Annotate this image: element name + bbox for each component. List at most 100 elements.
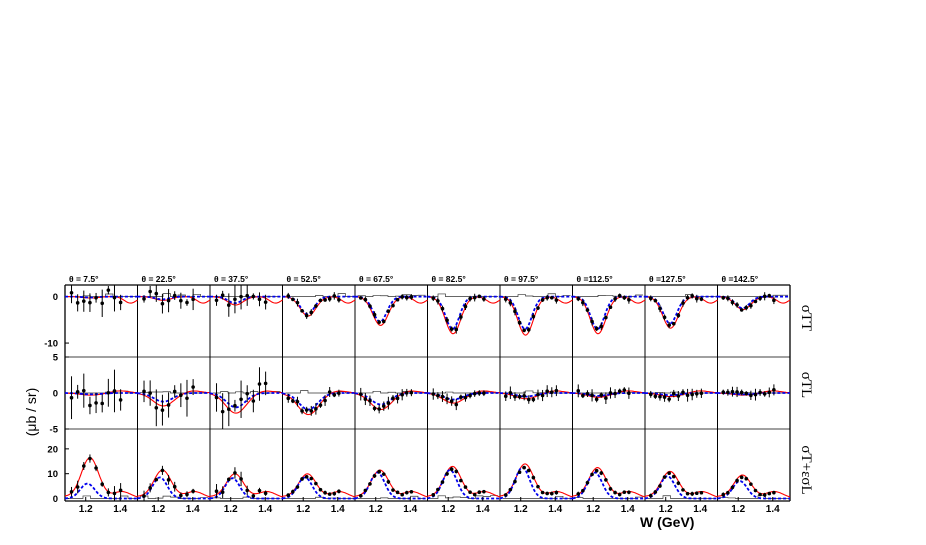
data-point	[381, 472, 386, 476]
data-point	[613, 297, 617, 301]
data-point	[681, 301, 685, 305]
data-point	[300, 309, 304, 313]
data-point	[257, 382, 262, 386]
data-point	[314, 481, 318, 486]
data-point	[257, 297, 262, 302]
data-point	[468, 490, 472, 495]
data-point	[482, 391, 486, 395]
data-point	[358, 392, 363, 396]
x-tick-label: 1.4	[548, 504, 562, 515]
data-point	[304, 408, 309, 412]
data-point	[160, 301, 165, 306]
model-curve-delta	[644, 475, 718, 500]
data-point	[554, 298, 559, 302]
data-point	[257, 488, 262, 493]
data-point	[291, 399, 295, 403]
angle-label: θ =112.5°	[577, 274, 614, 284]
data-point	[699, 490, 704, 495]
data-point	[318, 403, 323, 407]
data-point	[549, 295, 554, 300]
data-point	[118, 398, 123, 402]
x-tick-label: 1.2	[731, 504, 745, 515]
data-point	[318, 298, 323, 303]
data-point	[590, 319, 594, 324]
angle-label: θ = 7.5°	[69, 274, 99, 284]
data-point	[220, 490, 225, 495]
data-point	[545, 295, 549, 300]
data-point	[239, 477, 243, 481]
data-point	[172, 484, 177, 489]
data-point	[377, 407, 381, 411]
data-point	[536, 392, 540, 397]
data-point	[531, 397, 536, 402]
data-point	[69, 489, 74, 494]
data-point	[463, 304, 468, 309]
data-point	[358, 296, 363, 300]
data-point	[154, 405, 159, 410]
data-point	[386, 401, 391, 405]
data-point	[613, 490, 617, 495]
data-point	[648, 493, 653, 498]
data-point	[332, 393, 337, 397]
data-point	[372, 406, 377, 411]
angle-label: θ =142.5°	[722, 274, 759, 284]
data-point	[409, 295, 414, 299]
data-point	[233, 471, 237, 475]
data-point	[118, 300, 123, 305]
data-point	[576, 296, 581, 301]
data-point	[118, 488, 123, 493]
data-point	[549, 491, 554, 496]
data-point	[69, 290, 74, 295]
data-point	[386, 479, 391, 484]
data-point	[404, 490, 409, 495]
data-point	[431, 493, 436, 497]
data-point	[436, 299, 440, 303]
data-point	[767, 390, 772, 395]
data-point	[671, 391, 676, 396]
angle-label: θ = 67.5°	[359, 274, 394, 284]
data-point	[112, 295, 117, 300]
data-point	[744, 305, 749, 310]
data-point	[286, 493, 291, 497]
x-tick-label: 1.2	[224, 504, 238, 515]
data-point	[699, 297, 704, 301]
data-point	[604, 315, 608, 320]
angle-label: θ = 52.5°	[287, 274, 322, 284]
model-curve-delta	[717, 480, 790, 500]
data-point	[233, 403, 237, 408]
model-curve-delta	[209, 477, 283, 500]
y-tick-label: 0	[53, 494, 58, 505]
data-point	[503, 493, 508, 497]
data-point	[622, 388, 627, 392]
data-point	[468, 393, 472, 398]
data-point	[304, 313, 309, 318]
data-point	[88, 403, 92, 408]
data-point	[295, 399, 300, 404]
data-point	[627, 297, 631, 302]
data-point	[309, 310, 314, 315]
data-point	[314, 304, 318, 308]
data-point	[676, 481, 681, 485]
data-point	[94, 401, 98, 405]
data-point	[681, 488, 685, 492]
data-point	[739, 308, 744, 312]
data-point	[179, 298, 183, 303]
data-point	[440, 480, 445, 484]
data-point	[627, 391, 631, 395]
data-point	[735, 303, 739, 307]
data-point	[323, 398, 327, 403]
data-point	[314, 407, 318, 411]
data-point	[472, 391, 477, 396]
x-tick-label: 1.4	[331, 504, 345, 515]
data-point	[463, 395, 468, 400]
data-point	[327, 492, 332, 496]
data-point	[400, 492, 404, 497]
data-point	[617, 492, 622, 497]
data-point	[363, 488, 368, 493]
data-point	[508, 301, 513, 305]
data-point	[653, 298, 658, 303]
data-point	[477, 490, 482, 495]
data-point	[245, 293, 250, 298]
data-point	[88, 300, 92, 305]
data-point	[337, 391, 341, 395]
